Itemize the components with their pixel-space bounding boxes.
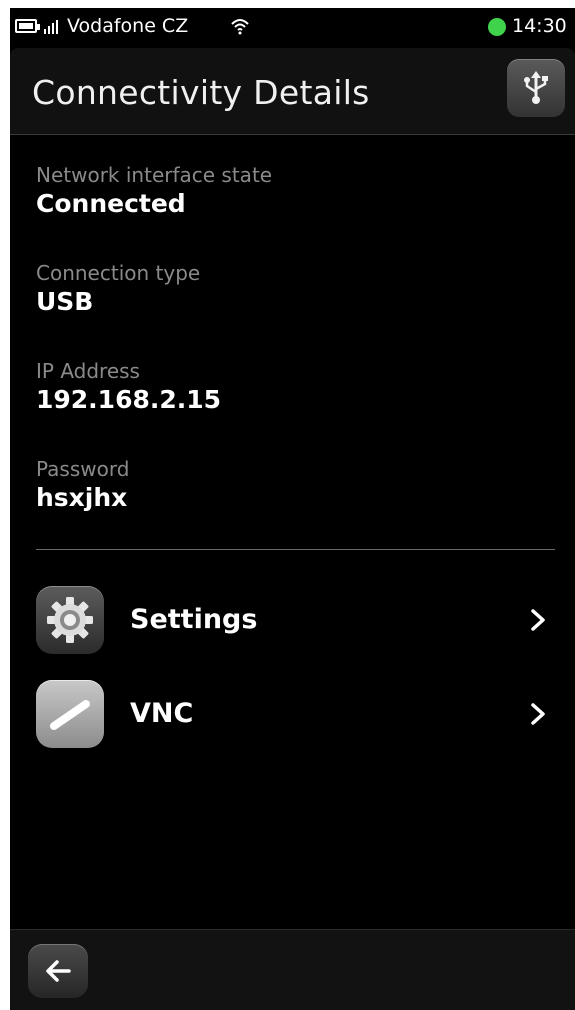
- usb-icon: [524, 71, 548, 104]
- field-value: Connected: [36, 189, 186, 218]
- network-state-field: Network interface state Connected: [36, 162, 272, 220]
- vnc-label: VNC: [130, 698, 194, 729]
- settings-list-item[interactable]: Settings: [10, 576, 575, 664]
- gear-icon: [36, 586, 104, 654]
- section-divider: [36, 549, 555, 550]
- field-label: IP Address: [36, 359, 140, 383]
- carrier-name: Vodafone CZ: [67, 15, 189, 37]
- phone-screen: Vodafone CZ 14:30 Connectivity Details N…: [10, 8, 575, 1010]
- vnc-icon: [36, 680, 104, 748]
- status-bar: Vodafone CZ 14:30: [10, 8, 575, 48]
- field-value: hsxjhx: [36, 483, 128, 512]
- field-label: Password: [36, 457, 130, 481]
- field-value: USB: [36, 287, 94, 316]
- chevron-right-icon: [531, 703, 545, 725]
- usb-button[interactable]: [507, 59, 565, 117]
- page-header: Connectivity Details: [10, 48, 575, 134]
- battery-icon: [15, 19, 40, 33]
- presence-indicator: [488, 18, 506, 36]
- signal-strength-icon: [44, 18, 64, 34]
- field-value: 192.168.2.15: [36, 385, 222, 414]
- vnc-list-item[interactable]: VNC: [10, 670, 575, 758]
- field-label: Network interface state: [36, 163, 273, 187]
- chevron-right-icon: [531, 609, 545, 631]
- page-title: Connectivity Details: [32, 73, 370, 112]
- password-field: Password hsxjhx: [36, 456, 129, 514]
- back-arrow-icon: [46, 960, 71, 982]
- field-label: Connection type: [36, 261, 201, 285]
- header-divider: [10, 134, 575, 135]
- bottom-toolbar: [10, 929, 575, 1010]
- settings-label: Settings: [130, 604, 258, 635]
- ip-address-field: IP Address 192.168.2.15: [36, 358, 221, 416]
- back-button[interactable]: [28, 944, 88, 998]
- clock: 14:30: [512, 15, 567, 37]
- wifi-icon: [231, 19, 249, 35]
- connection-type-field: Connection type USB: [36, 260, 200, 318]
